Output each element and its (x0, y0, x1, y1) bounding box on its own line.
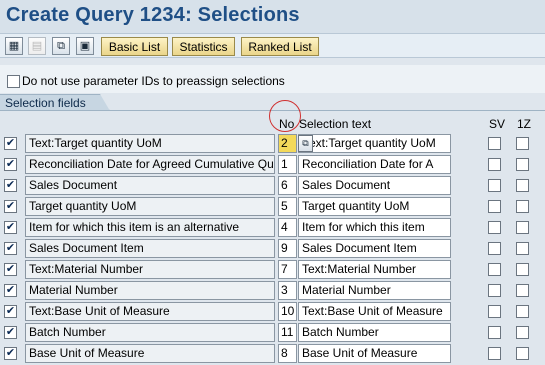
selection-text-input[interactable]: Text:Material Number (298, 260, 451, 279)
selection-text-input[interactable]: Item for which this item (298, 218, 451, 237)
row-checkbox[interactable]: ✔ (4, 284, 17, 297)
row-checkbox[interactable]: ✔ (4, 263, 17, 276)
sequence-number-input[interactable]: 8 (278, 344, 297, 363)
field-name: Item for which this item is an alternati… (25, 218, 275, 237)
sequence-number-input[interactable]: 11 (278, 323, 297, 342)
value-help-icon[interactable]: ⧉ (298, 135, 313, 152)
hierarchy-icon[interactable]: ⧉ (52, 37, 70, 55)
sequence-number-input[interactable]: 1 (278, 155, 297, 174)
sv-checkbox[interactable] (488, 179, 501, 192)
selection-text-input[interactable]: Reconciliation Date for A (298, 155, 451, 174)
sv-checkbox[interactable] (488, 326, 501, 339)
title-bar: Create Query 1234: Selections (0, 0, 545, 33)
table-icon[interactable]: ▦ (5, 37, 23, 55)
sequence-number-input[interactable]: 7 (278, 260, 297, 279)
param-id-checkbox[interactable] (7, 75, 20, 88)
sv-checkbox[interactable] (488, 137, 501, 150)
1z-checkbox[interactable] (516, 242, 529, 255)
selection-text-input[interactable]: Batch Number (298, 323, 451, 342)
1z-checkbox[interactable] (516, 326, 529, 339)
selection-text-input[interactable]: Base Unit of Measure (298, 344, 451, 363)
selection-text-input[interactable]: Material Number (298, 281, 451, 300)
sequence-number-input[interactable]: 3 (278, 281, 297, 300)
selection-fields-tab[interactable]: Selection fields (0, 94, 110, 111)
field-name: Target quantity UoM (25, 197, 275, 216)
field-name: Text:Material Number (25, 260, 275, 279)
row-checkbox[interactable]: ✔ (4, 221, 17, 234)
sequence-number-input[interactable]: 4 (278, 218, 297, 237)
selection-text-input[interactable]: Text:Target quantity UoM (298, 134, 451, 153)
application-toolbar: ▦ ▤ ⧉ ▣ Basic List Statistics Ranked Lis… (0, 33, 545, 58)
sequence-number-input[interactable]: 6 (278, 176, 297, 195)
sv-checkbox[interactable] (488, 221, 501, 234)
annotation-circle (269, 100, 301, 132)
column-header-selection-text: Selection text (299, 117, 372, 131)
1z-checkbox[interactable] (516, 200, 529, 213)
1z-checkbox[interactable] (516, 284, 529, 297)
sv-checkbox[interactable] (488, 305, 501, 318)
selection-text-input[interactable]: Sales Document (298, 176, 451, 195)
sequence-number-input[interactable]: 2 (278, 134, 297, 153)
sv-checkbox[interactable] (488, 347, 501, 360)
1z-checkbox[interactable] (516, 137, 529, 150)
field-name: Reconciliation Date for Agreed Cumulativ… (25, 155, 275, 174)
sv-checkbox[interactable] (488, 284, 501, 297)
1z-checkbox[interactable] (516, 158, 529, 171)
row-checkbox[interactable]: ✔ (4, 326, 17, 339)
sv-checkbox[interactable] (488, 200, 501, 213)
row-checkbox[interactable]: ✔ (4, 305, 17, 318)
selection-text-input[interactable]: Target quantity UoM (298, 197, 451, 216)
page-title: Create Query 1234: Selections (6, 4, 300, 26)
1z-checkbox[interactable] (516, 221, 529, 234)
field-name: Sales Document Item (25, 239, 275, 258)
selection-fields-label: Selection fields (5, 96, 86, 110)
row-checkbox[interactable]: ✔ (4, 200, 17, 213)
sequence-number-input[interactable]: 5 (278, 197, 297, 216)
param-id-label: Do not use parameter IDs to preassign se… (22, 74, 285, 88)
row-checkbox[interactable]: ✔ (4, 347, 17, 360)
basic-list-button[interactable]: Basic List (101, 37, 168, 56)
sv-checkbox[interactable] (488, 263, 501, 276)
document-icon[interactable]: ▤ (28, 37, 46, 55)
selection-text-input[interactable]: Sales Document Item (298, 239, 451, 258)
selection-text-input[interactable]: Text:Base Unit of Measure (298, 302, 451, 321)
field-name: Material Number (25, 281, 275, 300)
row-checkbox[interactable]: ✔ (4, 137, 17, 150)
field-name: Base Unit of Measure (25, 344, 275, 363)
row-checkbox[interactable]: ✔ (4, 158, 17, 171)
field-name: Text:Target quantity UoM (25, 134, 275, 153)
field-name: Sales Document (25, 176, 275, 195)
screen-icon[interactable]: ▣ (76, 37, 94, 55)
column-header-sv: SV (489, 117, 506, 131)
field-name: Text:Base Unit of Measure (25, 302, 275, 321)
ranked-list-button[interactable]: Ranked List (241, 37, 319, 56)
row-checkbox[interactable]: ✔ (4, 242, 17, 255)
1z-checkbox[interactable] (516, 263, 529, 276)
sv-checkbox[interactable] (488, 242, 501, 255)
statistics-button[interactable]: Statistics (172, 37, 235, 56)
sequence-number-input[interactable]: 10 (278, 302, 297, 321)
1z-checkbox[interactable] (516, 305, 529, 318)
sequence-number-input[interactable]: 9 (278, 239, 297, 258)
row-checkbox[interactable]: ✔ (4, 179, 17, 192)
field-name: Batch Number (25, 323, 275, 342)
1z-checkbox[interactable] (516, 347, 529, 360)
column-header-1z: 1Z (517, 117, 532, 131)
1z-checkbox[interactable] (516, 179, 529, 192)
sv-checkbox[interactable] (488, 158, 501, 171)
